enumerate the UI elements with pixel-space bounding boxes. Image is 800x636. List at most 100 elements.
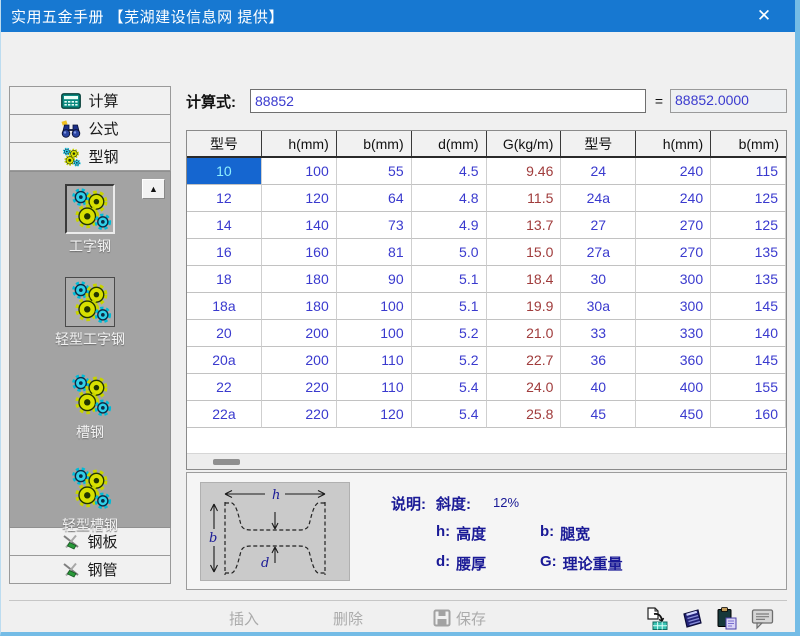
column-header[interactable]: 型号 — [561, 131, 637, 156]
table-cell[interactable]: 125 — [711, 212, 786, 239]
table-cell[interactable]: 145 — [711, 347, 786, 374]
panel-item-channel-steel[interactable]: 槽钢 — [15, 370, 165, 442]
table-cell[interactable]: 5.1 — [411, 266, 487, 293]
table-cell[interactable]: 12 — [187, 185, 262, 212]
table-cell[interactable]: 64 — [336, 185, 412, 212]
table-cell[interactable]: 135 — [711, 266, 786, 293]
table-cell[interactable]: 110 — [336, 347, 412, 374]
table-cell[interactable]: 18a — [187, 293, 262, 320]
table-cell[interactable]: 11.5 — [486, 185, 562, 212]
table-cell[interactable]: 155 — [711, 374, 786, 401]
table-cell[interactable]: 100 — [336, 293, 412, 320]
sidebar-item-section-steel[interactable]: 型钢 — [9, 142, 171, 171]
table-cell[interactable]: 160 — [711, 401, 786, 428]
table-cell[interactable]: 140 — [711, 320, 786, 347]
table-cell[interactable]: 9.46 — [486, 158, 562, 185]
table-cell[interactable]: 240 — [636, 185, 712, 212]
sidebar-item-formula[interactable]: 公式 — [9, 114, 171, 143]
table-cell[interactable]: 5.1 — [411, 293, 487, 320]
table-cell[interactable]: 30 — [561, 266, 637, 293]
formula-input[interactable] — [250, 89, 646, 113]
sidebar-item-calculate[interactable]: 计算 — [9, 86, 171, 115]
table-cell[interactable]: 120 — [261, 185, 337, 212]
column-header[interactable]: h(mm) — [262, 131, 337, 156]
table-cell[interactable]: 400 — [636, 374, 712, 401]
table-cell[interactable]: 18.4 — [486, 266, 562, 293]
table-cell[interactable]: 120 — [336, 401, 412, 428]
sidebar-item-steel-pipe[interactable]: 钢管 — [9, 555, 171, 584]
table-cell[interactable]: 5.2 — [411, 347, 487, 374]
table-cell[interactable]: 73 — [336, 212, 412, 239]
table-cell[interactable]: 180 — [261, 266, 337, 293]
table-cell[interactable]: 100 — [336, 320, 412, 347]
table-cell[interactable]: 160 — [261, 239, 337, 266]
table-cell[interactable]: 33 — [561, 320, 637, 347]
export-button[interactable] — [644, 605, 670, 631]
panel-item-light-channel-steel[interactable]: 轻型槽钢 — [15, 463, 165, 535]
column-header[interactable]: d(mm) — [412, 131, 487, 156]
table-cell[interactable]: 300 — [636, 293, 712, 320]
table-cell[interactable]: 360 — [636, 347, 712, 374]
panel-item-light-i-beam[interactable]: 轻型工字钢 — [15, 277, 165, 349]
table-cell[interactable]: 4.9 — [411, 212, 487, 239]
table-cell[interactable]: 4.8 — [411, 185, 487, 212]
column-header[interactable]: h(mm) — [636, 131, 712, 156]
horizontal-scrollbar[interactable] — [187, 453, 786, 469]
column-header[interactable]: b(mm) — [711, 131, 786, 156]
table-cell[interactable]: 20a — [187, 347, 262, 374]
table-cell[interactable]: 22.7 — [486, 347, 562, 374]
table-cell[interactable]: 100 — [261, 158, 337, 185]
table-cell[interactable]: 125 — [711, 185, 786, 212]
notes-button[interactable] — [749, 605, 775, 631]
table-cell[interactable]: 240 — [636, 158, 712, 185]
table-cell[interactable]: 115 — [711, 158, 786, 185]
table-cell[interactable]: 270 — [636, 212, 712, 239]
table-cell[interactable]: 20 — [187, 320, 262, 347]
table-cell[interactable]: 22 — [187, 374, 262, 401]
table-cell[interactable]: 140 — [261, 212, 337, 239]
table-cell[interactable]: 110 — [336, 374, 412, 401]
table-cell[interactable]: 200 — [261, 320, 337, 347]
table-cell[interactable]: 330 — [636, 320, 712, 347]
table-cell[interactable]: 30a — [561, 293, 637, 320]
table-cell[interactable]: 450 — [636, 401, 712, 428]
table-cell[interactable]: 13.7 — [486, 212, 562, 239]
table-cell[interactable]: 27a — [561, 239, 637, 266]
scroll-up-button[interactable]: ▲ — [142, 179, 165, 199]
delete-button[interactable]: 删除 — [333, 608, 363, 629]
table-cell[interactable]: 200 — [261, 347, 337, 374]
scrollbar-thumb[interactable] — [213, 459, 240, 465]
table-cell[interactable]: 5.2 — [411, 320, 487, 347]
table-cell[interactable]: 220 — [261, 374, 337, 401]
table-cell[interactable]: 22a — [187, 401, 262, 428]
table-cell[interactable]: 5.0 — [411, 239, 487, 266]
table-cell[interactable]: 40 — [561, 374, 637, 401]
table-cell[interactable]: 18 — [187, 266, 262, 293]
table-cell[interactable]: 10 — [187, 158, 262, 185]
table-cell[interactable]: 5.4 — [411, 374, 487, 401]
table-cell[interactable]: 180 — [261, 293, 337, 320]
table-cell[interactable]: 81 — [336, 239, 412, 266]
calculator-tool-button[interactable] — [679, 605, 705, 631]
table-cell[interactable]: 36 — [561, 347, 637, 374]
table-cell[interactable]: 24.0 — [486, 374, 562, 401]
table-cell[interactable]: 14 — [187, 212, 262, 239]
table-cell[interactable]: 90 — [336, 266, 412, 293]
table-cell[interactable]: 24a — [561, 185, 637, 212]
paste-button[interactable] — [714, 605, 740, 631]
table-cell[interactable]: 21.0 — [486, 320, 562, 347]
close-icon[interactable]: ✕ — [747, 2, 781, 30]
save-button[interactable]: 保存 — [433, 608, 486, 629]
table-cell[interactable]: 145 — [711, 293, 786, 320]
column-header[interactable]: b(mm) — [337, 131, 412, 156]
table-cell[interactable]: 45 — [561, 401, 637, 428]
table-cell[interactable]: 25.8 — [486, 401, 562, 428]
table-cell[interactable]: 270 — [636, 239, 712, 266]
table-cell[interactable]: 135 — [711, 239, 786, 266]
table-cell[interactable]: 220 — [261, 401, 337, 428]
table-cell[interactable]: 4.5 — [411, 158, 487, 185]
column-header[interactable]: 型号 — [187, 131, 262, 156]
table-cell[interactable]: 300 — [636, 266, 712, 293]
insert-button[interactable]: 插入 — [229, 608, 259, 629]
column-header[interactable]: G(kg/m) — [487, 131, 562, 156]
